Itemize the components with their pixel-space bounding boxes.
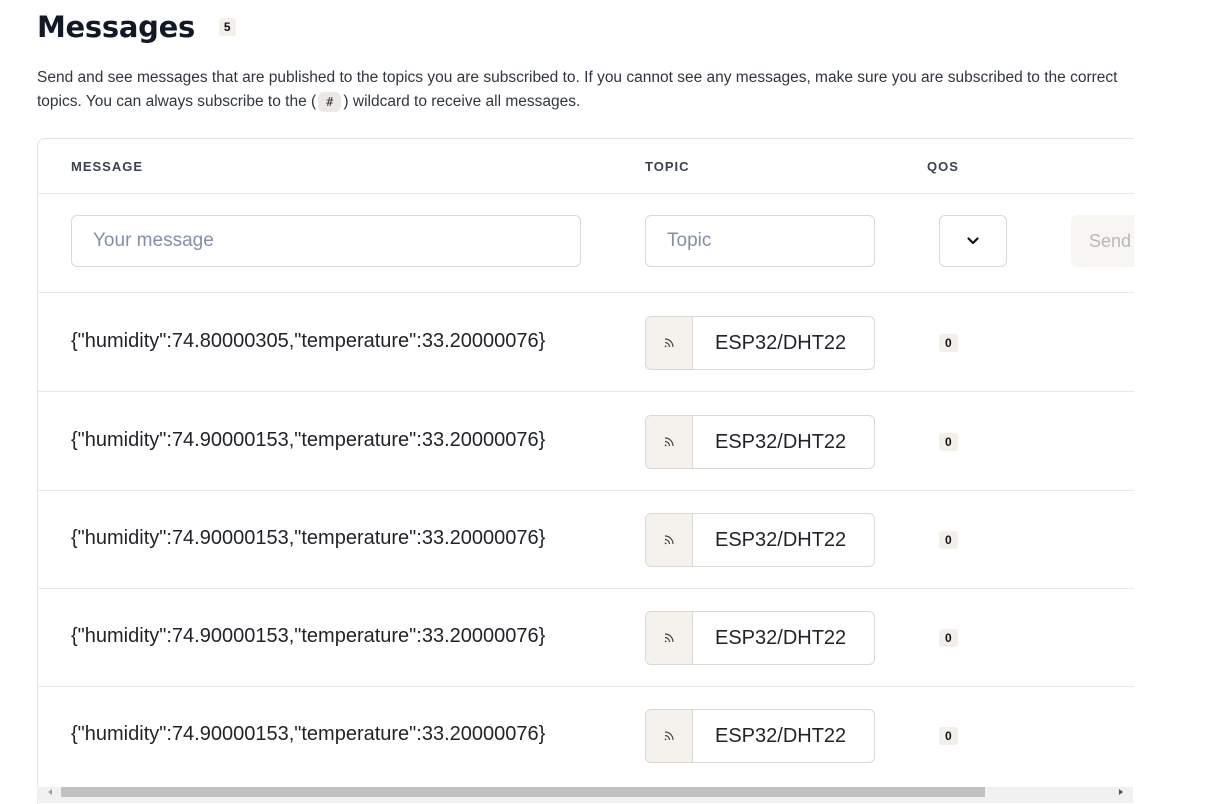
rss-icon: [646, 416, 693, 468]
qos-badge: 0: [939, 531, 958, 549]
messages-table: MESSAGE TOPIC QOS Your message Topic Sen…: [37, 138, 1134, 804]
message-payload: {"humidity":74.80000305,"temperature":33…: [71, 330, 546, 352]
topic-input-placeholder: Topic: [667, 230, 712, 251]
message-payload: {"humidity":74.90000153,"temperature":33…: [71, 625, 546, 647]
wildcard-code: #: [318, 92, 342, 112]
chevron-down-icon: [967, 237, 979, 245]
topic-chip[interactable]: ESP32/DHT22: [645, 709, 875, 763]
column-header-message: MESSAGE: [71, 159, 144, 174]
table-row: {"humidity":74.80000305,"temperature":33…: [38, 293, 1134, 392]
send-button[interactable]: Send: [1071, 215, 1134, 267]
qos-badge: 0: [939, 334, 958, 352]
qos-select[interactable]: [939, 215, 1007, 267]
message-input[interactable]: Your message: [71, 215, 581, 267]
qos-badge: 0: [939, 727, 958, 745]
qos-badge: 0: [939, 433, 958, 451]
topic-name: ESP32/DHT22: [715, 528, 847, 551]
topic-chip[interactable]: ESP32/DHT22: [645, 316, 875, 370]
rss-icon: [646, 514, 693, 566]
topic-chip[interactable]: ESP32/DHT22: [645, 611, 875, 665]
scrollbar-thumb[interactable]: [61, 787, 985, 797]
rss-icon: [646, 612, 693, 664]
messages-page: Messages 5 Send and see messages that ar…: [0, 0, 1213, 804]
message-payload: {"humidity":74.90000153,"temperature":33…: [71, 723, 546, 745]
scroll-left-icon[interactable]: [48, 789, 52, 795]
description-part-2: ) wildcard to receive all messages.: [343, 93, 581, 110]
table-row: {"humidity":74.90000153,"temperature":33…: [38, 490, 1134, 589]
topic-name: ESP32/DHT22: [715, 724, 847, 747]
qos-badge: 0: [939, 629, 958, 647]
topic-chip[interactable]: ESP32/DHT22: [645, 513, 875, 567]
page-title: Messages: [37, 10, 195, 44]
message-payload: {"humidity":74.90000153,"temperature":33…: [71, 527, 546, 549]
topic-name: ESP32/DHT22: [715, 430, 847, 453]
table-row: {"humidity":74.90000153,"temperature":33…: [38, 588, 1134, 687]
topic-name: ESP32/DHT22: [715, 626, 847, 649]
scroll-right-icon[interactable]: [1119, 789, 1123, 795]
rss-icon: [646, 710, 693, 762]
message-count-badge: 5: [218, 18, 236, 36]
column-header-qos: QOS: [927, 159, 959, 174]
message-payload: {"humidity":74.90000153,"temperature":33…: [71, 429, 546, 451]
horizontal-scrollbar[interactable]: [37, 787, 1133, 803]
page-header: Messages 5: [37, 10, 236, 44]
rss-icon: [646, 317, 693, 369]
table-row: {"humidity":74.90000153,"temperature":33…: [38, 392, 1134, 491]
topic-chip[interactable]: ESP32/DHT22: [645, 415, 875, 469]
topic-name: ESP32/DHT22: [715, 331, 847, 354]
description-text: Send and see messages that are published…: [37, 66, 1147, 114]
column-header-topic: TOPIC: [645, 159, 690, 174]
table-row: {"humidity":74.90000153,"temperature":33…: [38, 686, 1134, 784]
message-input-placeholder: Your message: [93, 230, 214, 251]
topic-input[interactable]: Topic: [645, 215, 875, 267]
composer-row: Your message Topic Send: [38, 194, 1134, 293]
table-header: MESSAGE TOPIC QOS: [38, 139, 1134, 194]
